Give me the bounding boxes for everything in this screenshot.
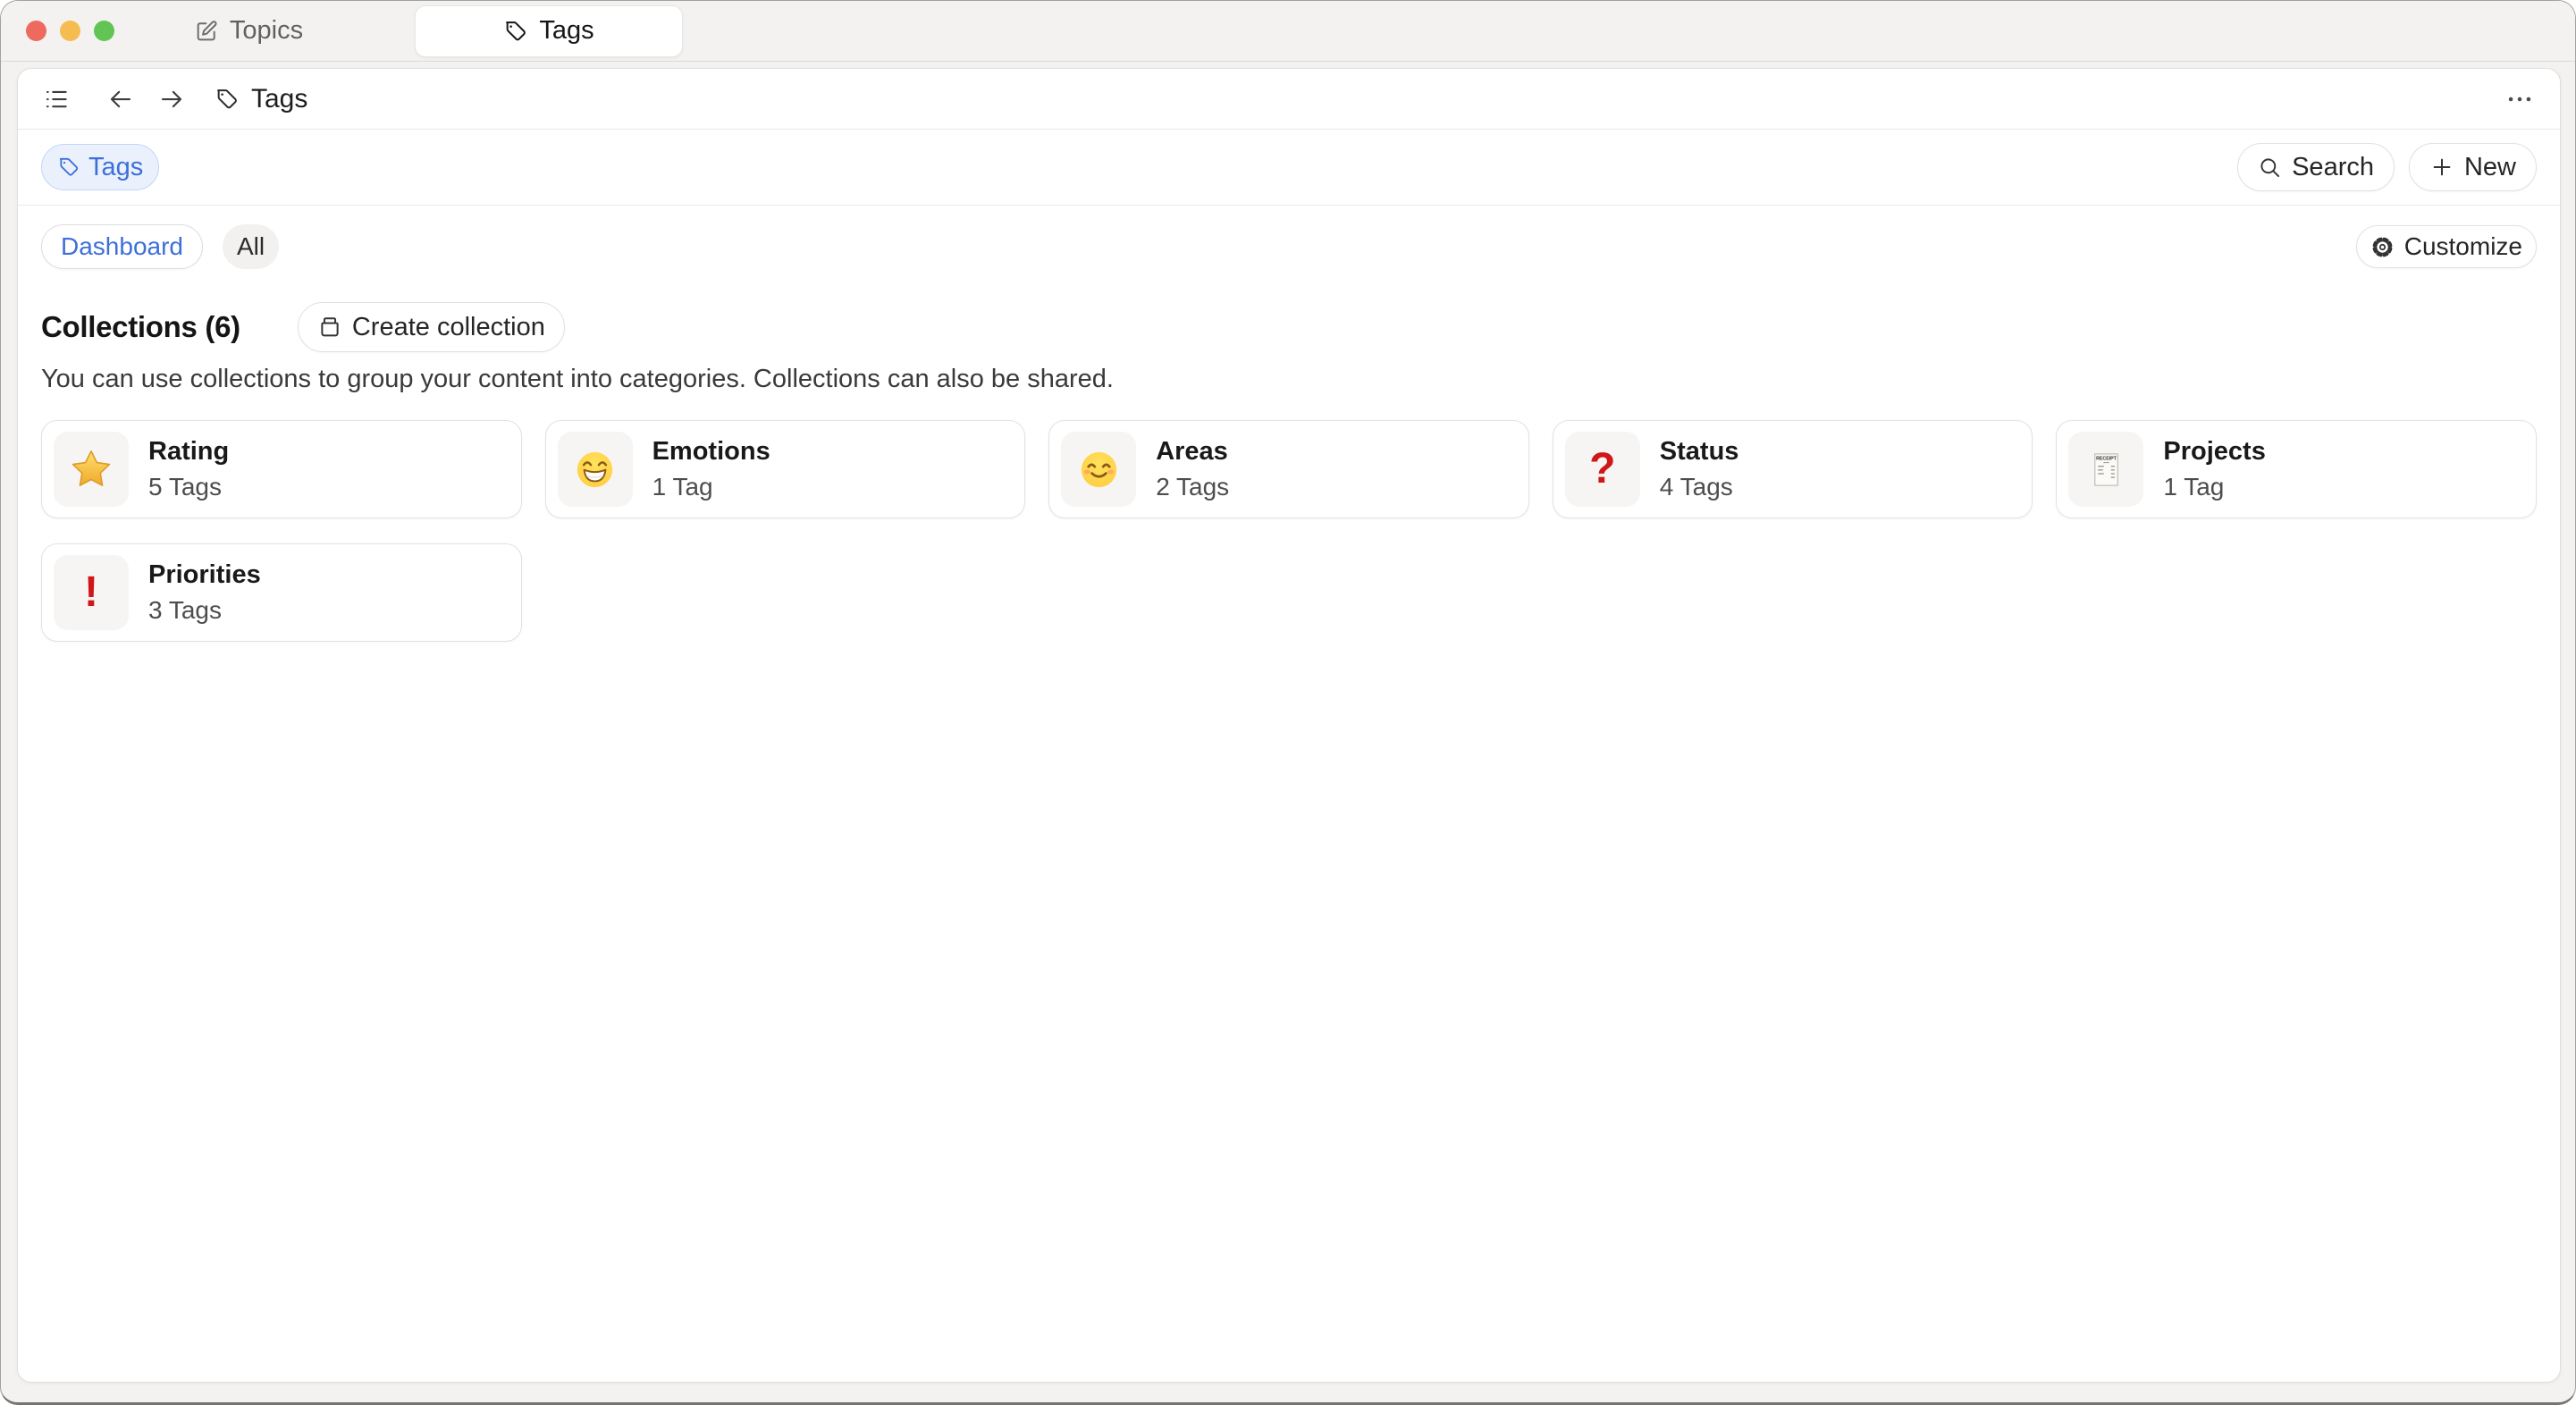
forward-button[interactable]	[158, 86, 185, 113]
collection-title: Rating	[148, 437, 229, 467]
toolbar: Tags	[18, 69, 2560, 130]
more-icon	[2504, 84, 2535, 114]
back-arrow-icon	[107, 86, 134, 113]
tag-icon	[215, 87, 240, 112]
collection-tag-count: 4 Tags	[1660, 473, 1739, 501]
collection-card[interactable]: Emotions 1 Tag	[545, 420, 1026, 518]
collection-card[interactable]: Areas 2 Tags	[1048, 420, 1529, 518]
smiling-face-emoji	[1078, 449, 1120, 491]
receipt-emoji: RECEIPT	[2086, 450, 2126, 490]
plus-icon	[2429, 155, 2454, 180]
collection-emoji-tile	[1061, 432, 1136, 507]
list-icon	[43, 86, 70, 113]
collection-tag-count: 5 Tags	[148, 473, 229, 501]
traffic-lights	[26, 21, 114, 41]
close-button[interactable]	[26, 21, 46, 41]
more-options-button[interactable]	[2504, 84, 2535, 114]
view-tab-all[interactable]: All	[223, 224, 279, 269]
zoom-button[interactable]	[94, 21, 114, 41]
collections-grid: Rating 5 Tags Emotions 1 Tag Areas 2 Tag…	[41, 420, 2537, 642]
tab-tags[interactable]: Tags	[415, 5, 683, 57]
collections-header: Collections (6) Create collection	[41, 302, 2537, 352]
main-panel: Tags Tags Search New	[17, 68, 2561, 1383]
collections-heading: Collections (6)	[41, 310, 240, 344]
new-button[interactable]: New	[2409, 143, 2537, 191]
tags-object-pill-label: Tags	[88, 153, 143, 182]
collection-title: Priorities	[148, 560, 261, 590]
edit-icon	[194, 19, 219, 44]
view-tab-dashboard-label: Dashboard	[61, 232, 183, 261]
tab-topics-label: Topics	[230, 16, 303, 46]
create-collection-button[interactable]: Create collection	[298, 302, 565, 352]
collection-card[interactable]: ? Status 4 Tags	[1553, 420, 2033, 518]
tag-icon	[503, 19, 528, 44]
forward-arrow-icon	[158, 86, 185, 113]
collection-emoji-tile	[558, 432, 633, 507]
tag-icon	[57, 156, 80, 179]
tab-tags-label: Tags	[539, 16, 593, 46]
sidebar-toggle-button[interactable]	[43, 86, 70, 113]
grinning-face-emoji	[574, 449, 616, 491]
collection-tag-count: 2 Tags	[1156, 473, 1229, 501]
minimize-button[interactable]	[60, 21, 80, 41]
customize-button-label: Customize	[2404, 232, 2522, 261]
collection-title: Areas	[1156, 437, 1229, 467]
app-window: Topics Tags Tags	[0, 0, 2576, 1405]
back-button[interactable]	[107, 86, 134, 113]
collection-emoji-tile: RECEIPT	[2068, 432, 2143, 507]
archive-box-icon	[317, 315, 342, 340]
object-header-row: Tags Search New	[18, 130, 2560, 206]
view-tab-dashboard[interactable]: Dashboard	[41, 224, 203, 269]
breadcrumb: Tags	[215, 84, 307, 114]
red-question-mark-emoji: ?	[1589, 448, 1615, 491]
collection-title: Emotions	[652, 437, 770, 467]
new-button-label: New	[2464, 153, 2516, 182]
collection-card[interactable]: ! Priorities 3 Tags	[41, 543, 522, 642]
red-exclamation-emoji: !	[84, 571, 98, 614]
customize-button[interactable]: Customize	[2356, 225, 2537, 268]
collection-emoji-tile: !	[54, 555, 129, 630]
search-button-label: Search	[2292, 153, 2374, 182]
search-icon	[2258, 156, 2282, 180]
tab-topics[interactable]: Topics	[114, 1, 383, 61]
collection-card[interactable]: RECEIPT Projects 1 Tag	[2056, 420, 2537, 518]
collection-title: Projects	[2163, 437, 2265, 467]
tags-object-pill[interactable]: Tags	[41, 144, 159, 190]
page-title: Tags	[251, 84, 307, 114]
collection-emoji-tile	[54, 432, 129, 507]
svg-text:RECEIPT: RECEIPT	[2096, 456, 2117, 461]
collection-title: Status	[1660, 437, 1739, 467]
gear-icon	[2370, 235, 2395, 259]
view-tab-all-label: All	[237, 232, 265, 261]
create-collection-label: Create collection	[352, 313, 545, 342]
collection-emoji-tile: ?	[1565, 432, 1640, 507]
window-tab-bar: Topics Tags	[1, 1, 2575, 62]
star-emoji	[70, 448, 113, 491]
collection-tag-count: 1 Tag	[2163, 473, 2265, 501]
search-button[interactable]: Search	[2237, 143, 2395, 191]
view-tabs-row: Dashboard All Customize	[18, 206, 2560, 277]
collection-tag-count: 1 Tag	[652, 473, 770, 501]
collection-tag-count: 3 Tags	[148, 596, 261, 625]
collections-description: You can use collections to group your co…	[41, 361, 2537, 397]
collection-card[interactable]: Rating 5 Tags	[41, 420, 522, 518]
